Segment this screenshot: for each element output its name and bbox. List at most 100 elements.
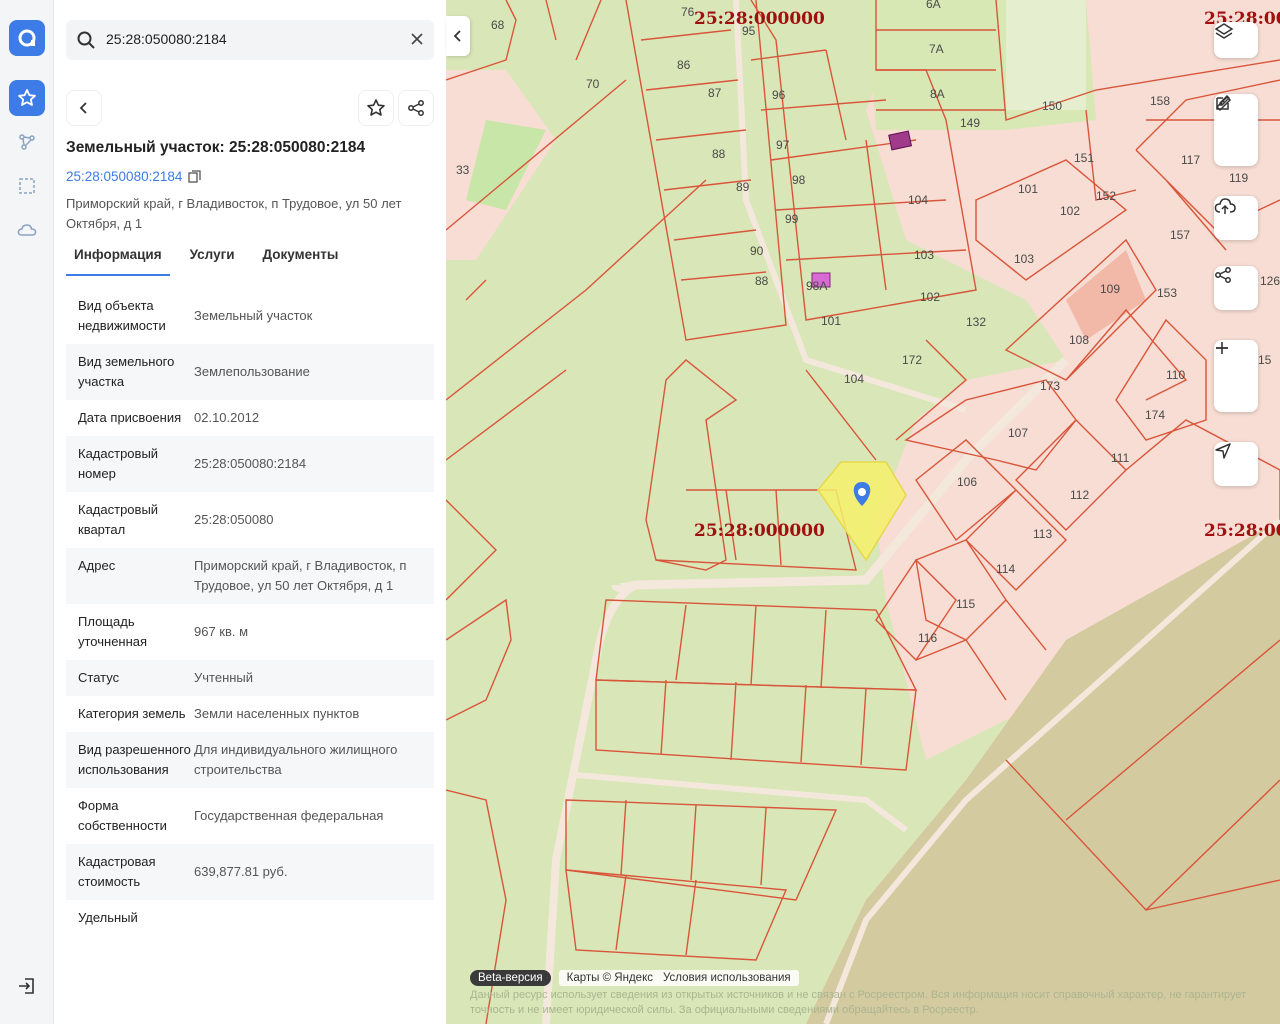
parcel-number-label: 87 [708,86,722,100]
layers-icon [1214,23,1234,39]
parcel-number-label: 150 [1042,99,1062,113]
parcel-number-label: 152 [1096,189,1116,203]
parcel-number-label: 157 [1170,228,1190,242]
parcel-number-label: 116 [918,631,937,645]
parcel-number-label: 96 [772,88,786,102]
parcel-number-label: 101 [821,314,841,328]
share-icon [408,100,424,116]
back-button[interactable] [66,90,102,126]
logout-button[interactable] [9,968,45,1004]
info-value: 967 кв. м [194,624,249,639]
info-row: Форма собственности Государственная федер… [66,788,434,844]
parcel-number-label: 102 [920,290,940,304]
edit-button[interactable] [1214,95,1258,166]
share-icon [1215,267,1231,283]
cadastral-quarter-label: 25:28:000000 [694,9,825,29]
info-row: Адрес Приморский край, г Владивосток, п Т… [66,548,434,604]
map-canvas[interactable]: 25:28:00000025:28:00000025:28:00000025:2… [446,0,1280,1024]
beta-badge: Beta-версия [470,970,551,986]
cloud-nav-button[interactable] [9,212,45,248]
info-row: Вид разрешенного использования Для индиви… [66,732,434,788]
copy-icon[interactable] [188,170,202,183]
parcel-number-label: 103 [914,248,934,262]
tab-services[interactable]: Услуги [182,244,243,276]
routes-nav-button[interactable] [9,124,45,160]
favorites-nav-button[interactable] [9,80,45,116]
zoom-out-button[interactable] [1214,347,1258,412]
tab-documents[interactable]: Документы [255,244,347,276]
upload-button[interactable] [1214,196,1258,240]
parcel-number-label: 99 [785,212,799,226]
parcel-number-label: 115 [956,597,975,611]
info-row: Вид земельного участка Землепользование [66,344,434,400]
info-key: Адрес [78,558,116,573]
info-key: Статус [78,670,120,685]
terms-link[interactable]: Условия использования [663,972,791,984]
parcel-number-label: 104 [908,193,928,207]
parcel-number-label: 88 [712,147,726,161]
info-key: Удельный [78,910,138,925]
info-value: Землепользование [194,364,310,379]
page-title: Земельный участок: 25:28:050080:2184 [66,139,366,156]
parcel-number-label: 98А [806,279,827,293]
star-icon [18,89,36,106]
info-panel: 25:28:050080:2184 Земельный участок: 25:… [54,0,446,1024]
parcel-number-label: 102 [1060,204,1080,218]
parcel-number-label: 15 [1258,353,1272,367]
layers-button[interactable] [1214,22,1258,58]
info-row: Статус Учтенный [66,660,434,696]
parcel-number-label: 119 [1229,171,1248,185]
parcel-number-label: 70 [586,77,600,91]
info-value: Государственная федеральная [194,808,384,823]
tab-bar: Информация Услуги Документы [66,244,358,276]
parcel-number-label: 90 [750,244,764,258]
parcel-number-label: 103 [1014,252,1034,266]
info-key: Вид земельного участка [78,354,175,389]
cadastral-quarter-label: 25:28:000000 [694,521,825,541]
select-area-nav-button[interactable] [9,168,45,204]
parcel-number-label: 126 [1260,274,1280,288]
map-share-button[interactable] [1214,266,1258,310]
info-key: Вид объекта недвижимости [78,298,166,333]
parcel-number-label: 172 [902,353,922,367]
cadastral-number-link[interactable]: 25:28:050080:2184 [66,169,202,184]
parcel-number-label: 151 [1074,151,1094,165]
clear-search-icon[interactable] [410,32,424,51]
info-row: Кадастровый номер 25:28:050080:2184 [66,436,434,492]
share-button[interactable] [398,90,434,126]
logo-button[interactable] [9,20,45,56]
parcel-number-label: 149 [960,116,980,130]
info-row: Дата присвоения 02.10.2012 [66,400,434,436]
search-input[interactable]: 25:28:050080:2184 [106,31,227,47]
dashed-square-icon [19,178,35,194]
search-box: 25:28:050080:2184 [66,20,434,60]
favorite-button[interactable] [358,90,394,126]
parcel-number-label: 89 [736,180,750,194]
navigation-arrow-icon [1215,443,1231,459]
parcel-number-label: 132 [966,315,986,329]
parcel-number-label: 158 [1150,94,1170,108]
collapse-panel-button[interactable] [446,16,470,56]
tab-information[interactable]: Информация [66,244,170,276]
parcel-number-label: 68 [491,18,505,32]
parcel-number-label: 174 [1145,408,1165,422]
info-key: Вид разрешенного использования [78,742,191,777]
parcel-number-label: 7А [929,42,944,56]
parcel-number-label: 8А [930,87,945,101]
parcel-number-label: 33 [456,163,470,177]
logout-icon [19,978,34,994]
cadastral-map[interactable]: 25:28:00000025:28:00000025:28:00000025:2… [446,0,1280,1024]
edit-icon [1216,95,1230,110]
info-row: Площадь уточненная 967 кв. м [66,604,434,660]
info-value: Земельный участок [194,308,313,323]
cloud-icon [17,224,37,236]
parcel-number-label: 86 [677,58,691,72]
parcel-number-label: 6А [926,0,941,11]
parcel-number-label: 88 [755,274,769,288]
parcel-number-label: 112 [1070,488,1089,502]
info-key: Дата присвоения [78,410,182,425]
cadastral-quarter-label: 25:28:000000 [1204,521,1280,541]
map-attribution: Карты © Яндекс Условия использования [558,970,799,986]
info-row: Удельный [66,900,434,936]
geolocate-button[interactable] [1214,442,1258,486]
